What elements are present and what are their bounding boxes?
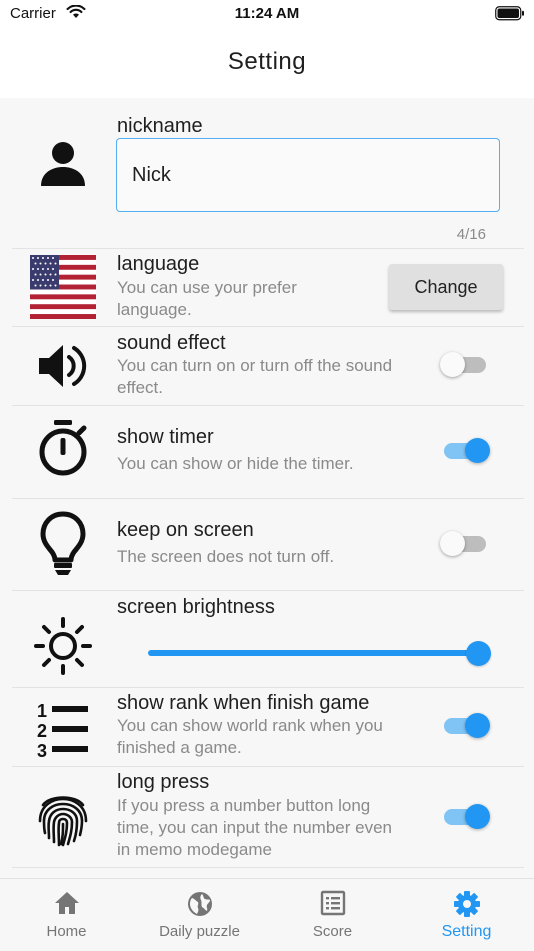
status-bar: Carrier 11:24 AM bbox=[0, 0, 534, 30]
home-icon bbox=[0, 890, 133, 916]
toggle-thumb bbox=[465, 713, 490, 738]
stopwatch-icon bbox=[30, 418, 96, 478]
show-timer-row: show timer You can show or hide the time… bbox=[0, 406, 534, 498]
tab-score[interactable]: Score bbox=[266, 879, 399, 951]
show-rank-toggle[interactable] bbox=[440, 710, 490, 740]
language-description: You can use your prefer language. bbox=[117, 278, 297, 319]
change-language-button[interactable]: Change bbox=[389, 264, 503, 310]
page-title: Setting bbox=[227, 48, 307, 75]
divider bbox=[12, 867, 524, 868]
show-rank-description: You can show world rank when you finishe… bbox=[117, 716, 383, 757]
show-rank-row: 1 2 3 show rank when finish game You can… bbox=[0, 688, 534, 766]
nickname-input[interactable] bbox=[116, 138, 500, 212]
tab-daily-puzzle[interactable]: Daily puzzle bbox=[133, 879, 266, 951]
keep-on-screen-row: keep on screen The screen does not turn … bbox=[0, 499, 534, 590]
brightness-slider[interactable] bbox=[148, 638, 491, 668]
nickname-counter: 4/16 bbox=[456, 226, 486, 243]
toggle-thumb bbox=[465, 438, 490, 463]
keep-on-screen-toggle[interactable] bbox=[440, 528, 490, 558]
globe-icon bbox=[133, 890, 266, 918]
tab-label: Setting bbox=[441, 923, 492, 940]
tab-label: Daily puzzle bbox=[159, 923, 240, 940]
person-icon bbox=[30, 136, 96, 190]
tab-setting[interactable]: Setting bbox=[400, 879, 533, 951]
slider-knob[interactable] bbox=[466, 641, 491, 666]
toggle-thumb bbox=[465, 804, 490, 829]
toggle-thumb bbox=[440, 531, 465, 556]
numbered-list-icon: 1 2 3 bbox=[30, 699, 96, 759]
long-press-row: long press If you press a number button … bbox=[0, 767, 534, 867]
long-press-description: If you press a number button long time, … bbox=[117, 796, 392, 859]
sound-effect-title: sound effect bbox=[117, 332, 226, 354]
keep-on-screen-description: The screen does not turn off. bbox=[117, 547, 335, 566]
svg-text:1: 1 bbox=[37, 701, 47, 721]
toggle-thumb bbox=[440, 352, 465, 377]
language-title: language bbox=[117, 253, 200, 275]
show-timer-toggle[interactable] bbox=[440, 435, 490, 465]
show-rank-title: show rank when finish game bbox=[117, 692, 370, 714]
slider-fill bbox=[148, 650, 478, 656]
nav-header: Setting bbox=[0, 30, 534, 98]
sound-effect-row: sound effect You can turn on or turn off… bbox=[0, 327, 534, 405]
tab-label: Score bbox=[312, 923, 353, 940]
tab-label: Home bbox=[46, 923, 87, 940]
svg-text:3: 3 bbox=[37, 741, 47, 759]
show-timer-description: You can show or hide the timer. bbox=[117, 454, 354, 473]
battery-icon bbox=[495, 6, 525, 26]
sound-effect-description: You can turn on or turn off the sound ef… bbox=[117, 356, 393, 397]
long-press-title: long press bbox=[117, 771, 210, 793]
nickname-label: nickname bbox=[117, 115, 203, 137]
sound-effect-toggle[interactable] bbox=[440, 349, 490, 379]
speaker-icon bbox=[30, 341, 96, 391]
nickname-row: nickname 4/16 bbox=[0, 98, 534, 248]
list-icon bbox=[266, 890, 399, 916]
sun-icon bbox=[30, 616, 96, 676]
keep-on-screen-title: keep on screen bbox=[117, 519, 254, 541]
bottom-tab-bar: Home Daily puzzle Score Setting bbox=[0, 878, 534, 951]
svg-text:2: 2 bbox=[37, 721, 47, 741]
long-press-toggle[interactable] bbox=[440, 801, 490, 831]
fingerprint-icon bbox=[30, 791, 96, 847]
settings-list[interactable]: nickname 4/16 bbox=[0, 98, 534, 878]
screen-brightness-title: screen brightness bbox=[117, 596, 275, 618]
us-flag-icon bbox=[30, 254, 96, 320]
status-time: 11:24 AM bbox=[234, 5, 300, 22]
gear-icon bbox=[400, 890, 533, 918]
show-timer-title: show timer bbox=[117, 426, 214, 448]
lightbulb-icon bbox=[30, 511, 96, 577]
tab-home[interactable]: Home bbox=[0, 879, 133, 951]
